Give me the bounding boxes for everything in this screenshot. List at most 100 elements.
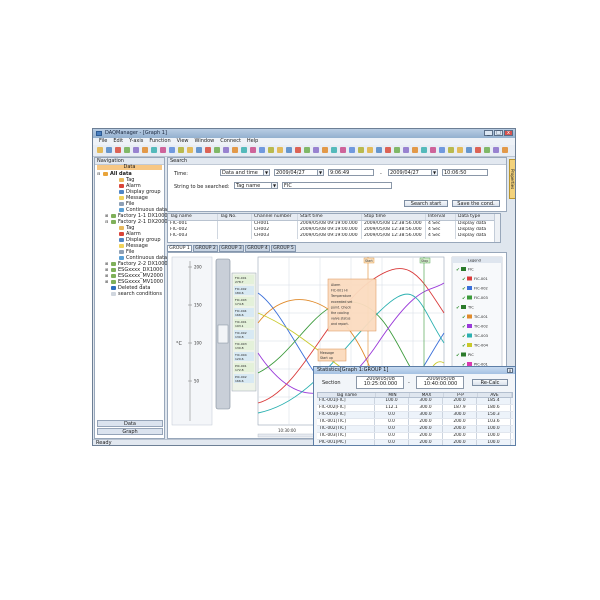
table-row[interactable]: FIC-003 CH003 2009/05/08 09:19:00.000 2009/… <box>168 233 500 239</box>
toolbar-button-icon[interactable] <box>385 147 391 153</box>
stat-column-header[interactable]: MIN <box>376 393 410 397</box>
menu-function[interactable]: Function <box>149 138 170 145</box>
toolbar-button-icon[interactable] <box>466 147 472 153</box>
properties-tab[interactable]: Properties <box>509 159 515 199</box>
tab-group-2[interactable]: GROUP 2 <box>193 245 218 252</box>
check-icon[interactable]: ✔ <box>456 354 460 359</box>
column-header[interactable]: Interval <box>426 214 456 220</box>
column-header[interactable]: Channel number <box>252 214 298 220</box>
tag-table-scrollbar[interactable] <box>494 214 500 242</box>
time-from-field[interactable]: 9:06:49 <box>328 169 374 176</box>
column-header[interactable]: Tag name <box>168 214 218 220</box>
stat-column-header[interactable]: MAX <box>410 393 444 397</box>
toolbar-button-icon[interactable] <box>178 147 184 153</box>
menu-y-axis[interactable]: Y-axis <box>129 138 143 145</box>
toolbar-button-icon[interactable] <box>430 147 436 153</box>
table-row[interactable]: TIC-001[TIC] 0.0 200.0 200.0 103.6 <box>317 419 513 426</box>
search-input[interactable]: FIC <box>282 182 392 189</box>
toolbar-button-icon[interactable] <box>322 147 328 153</box>
section-from-field[interactable]: 2009/05/08 10:25:00.000 <box>356 376 404 389</box>
toolbar-button-icon[interactable] <box>295 147 301 153</box>
table-row[interactable]: PIC-001[PIC] 0.0 200.0 200.0 100.0 <box>317 440 513 445</box>
legend-item-label[interactable]: FIC <box>468 268 474 272</box>
toolbar-button-icon[interactable] <box>394 147 400 153</box>
toolbar-button-icon[interactable] <box>304 147 310 153</box>
maximize-button[interactable]: □ <box>494 130 503 136</box>
toolbar-button-icon[interactable] <box>97 147 103 153</box>
toolbar-button-icon[interactable] <box>358 147 364 153</box>
legend-item-label[interactable]: TIC-001 <box>473 315 488 319</box>
toolbar-button-icon[interactable] <box>250 147 256 153</box>
menu-view[interactable]: View <box>177 138 189 145</box>
column-header[interactable]: Data type <box>456 214 496 220</box>
toolbar-button-icon[interactable] <box>340 147 346 153</box>
table-row[interactable]: FIC-001[FIC] 100.0 300.0 200.0 185.4 <box>317 398 513 405</box>
menu-edit[interactable]: Edit <box>113 138 123 145</box>
toolbar-button-icon[interactable] <box>196 147 202 153</box>
table-row[interactable]: TIC-002[TIC] 0.0 200.0 200.0 100.0 <box>317 426 513 433</box>
toolbar-button-icon[interactable] <box>367 147 373 153</box>
toolbar-button-icon[interactable] <box>502 147 508 153</box>
legend-item-label[interactable]: FIC-003 <box>474 296 488 300</box>
stat-column-header[interactable]: AVE <box>478 393 512 397</box>
table-row[interactable]: FIC-002[FIC] 112.1 300.0 187.9 180.6 <box>317 405 513 412</box>
check-icon[interactable]: ✔ <box>462 278 466 283</box>
toolbar-button-icon[interactable] <box>331 147 337 153</box>
data-button[interactable]: Data <box>97 420 163 427</box>
toolbar-button-icon[interactable] <box>448 147 454 153</box>
toolbar-button-icon[interactable] <box>376 147 382 153</box>
toolbar-button-icon[interactable] <box>205 147 211 153</box>
tab-group-1[interactable]: GROUP 1 <box>167 245 192 252</box>
legend-item-label[interactable]: TIC-004 <box>473 344 489 348</box>
toolbar-button-icon[interactable] <box>115 147 121 153</box>
toolbar-button-icon[interactable] <box>151 147 157 153</box>
column-header[interactable]: Stop time <box>362 214 426 220</box>
toolbar-button-icon[interactable] <box>439 147 445 153</box>
toolbar-button-icon[interactable] <box>421 147 427 153</box>
toolbar-button-icon[interactable] <box>268 147 274 153</box>
tree-item[interactable]: search conditions <box>95 291 165 297</box>
tab-group-3[interactable]: GROUP 3 <box>219 245 244 252</box>
toolbar-button-icon[interactable] <box>403 147 409 153</box>
toolbar-button-icon[interactable] <box>124 147 130 153</box>
toolbar-button-icon[interactable] <box>160 147 166 153</box>
legend-item-label[interactable]: FIC-001 <box>474 277 488 281</box>
date-to-field[interactable]: 2009/04/27 ▼ <box>388 169 438 176</box>
check-icon[interactable]: ✔ <box>462 325 466 330</box>
legend-item-label[interactable]: TIC-002 <box>473 325 488 329</box>
search-start-button[interactable]: Search start <box>404 200 448 207</box>
menu-help[interactable]: Help <box>247 138 258 145</box>
time-to-field[interactable]: 10:06:50 <box>442 169 488 176</box>
stat-column-header[interactable]: P-P <box>444 393 478 397</box>
table-row[interactable]: FIC-003[FIC] 0.0 300.0 300.0 150.3 <box>317 412 513 419</box>
search-field-select[interactable]: Tag name ▼ <box>234 182 278 189</box>
slider-handle[interactable] <box>217 324 229 344</box>
toolbar-button-icon[interactable] <box>232 147 238 153</box>
table-row[interactable]: TIC-003[TIC] 0.0 200.0 200.0 100.0 <box>317 433 513 440</box>
toolbar-button-icon[interactable] <box>286 147 292 153</box>
toolbar-button-icon[interactable] <box>475 147 481 153</box>
graph-button[interactable]: Graph <box>97 428 163 435</box>
time-type-select[interactable]: Data and time ▼ <box>220 169 270 176</box>
toolbar-button-icon[interactable] <box>313 147 319 153</box>
toolbar-button-icon[interactable] <box>259 147 265 153</box>
toolbar-button-icon[interactable] <box>484 147 490 153</box>
legend-item-label[interactable]: PIC <box>468 353 474 357</box>
toolbar-button-icon[interactable] <box>169 147 175 153</box>
column-header[interactable]: Start time <box>298 214 362 220</box>
toolbar-button-icon[interactable] <box>187 147 193 153</box>
recalc-button[interactable]: Re-Calc <box>472 379 508 386</box>
section-to-field[interactable]: 2009/05/08 10:40:00.000 <box>416 376 464 389</box>
tab-group-5[interactable]: GROUP 5 <box>271 245 296 252</box>
tab-group-4[interactable]: GROUP 4 <box>245 245 270 252</box>
legend-item-label[interactable]: TIC <box>467 306 474 310</box>
save-conditions-button[interactable]: Save the cond. <box>452 200 500 207</box>
legend-item-label[interactable]: FIC-002 <box>474 287 488 291</box>
menu-window[interactable]: Window <box>195 138 215 145</box>
toolbar-button-icon[interactable] <box>277 147 283 153</box>
close-icon[interactable]: x <box>507 368 513 373</box>
check-icon[interactable]: ✔ <box>462 316 466 321</box>
toolbar-button-icon[interactable] <box>214 147 220 153</box>
toolbar-button-icon[interactable] <box>412 147 418 153</box>
menu-file[interactable]: File <box>99 138 107 145</box>
